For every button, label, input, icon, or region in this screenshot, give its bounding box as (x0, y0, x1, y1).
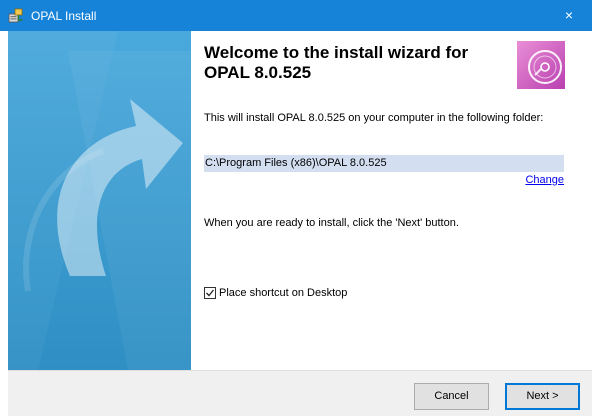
ready-text: When you are ready to install, click the… (204, 217, 459, 229)
disc-icon (517, 41, 565, 89)
desktop-shortcut-checkbox[interactable] (204, 287, 216, 299)
button-bar: Cancel Next > (8, 370, 592, 416)
window-title: OPAL Install (31, 9, 97, 23)
next-button[interactable]: Next > (505, 383, 580, 410)
side-banner (8, 31, 191, 370)
install-path-field[interactable]: C:\Program Files (x86)\OPAL 8.0.525 (204, 155, 564, 172)
close-button[interactable]: × (546, 0, 592, 31)
desktop-shortcut-label: Place shortcut on Desktop (219, 286, 348, 299)
installer-window: OPAL Install × Welcome to the install wi… (0, 0, 592, 416)
installer-icon (8, 8, 24, 23)
cancel-button[interactable]: Cancel (414, 383, 489, 410)
main-content: Welcome to the install wizard for OPAL 8… (191, 31, 592, 370)
curved-arrow-graphic (8, 31, 191, 370)
change-folder-link[interactable]: Change (525, 174, 564, 187)
desktop-shortcut-option[interactable]: Place shortcut on Desktop (204, 286, 347, 300)
title-bar[interactable]: OPAL Install × (0, 0, 592, 31)
page-title: Welcome to the install wizard for OPAL 8… (204, 43, 469, 82)
intro-text: This will install OPAL 8.0.525 on your c… (204, 112, 544, 124)
